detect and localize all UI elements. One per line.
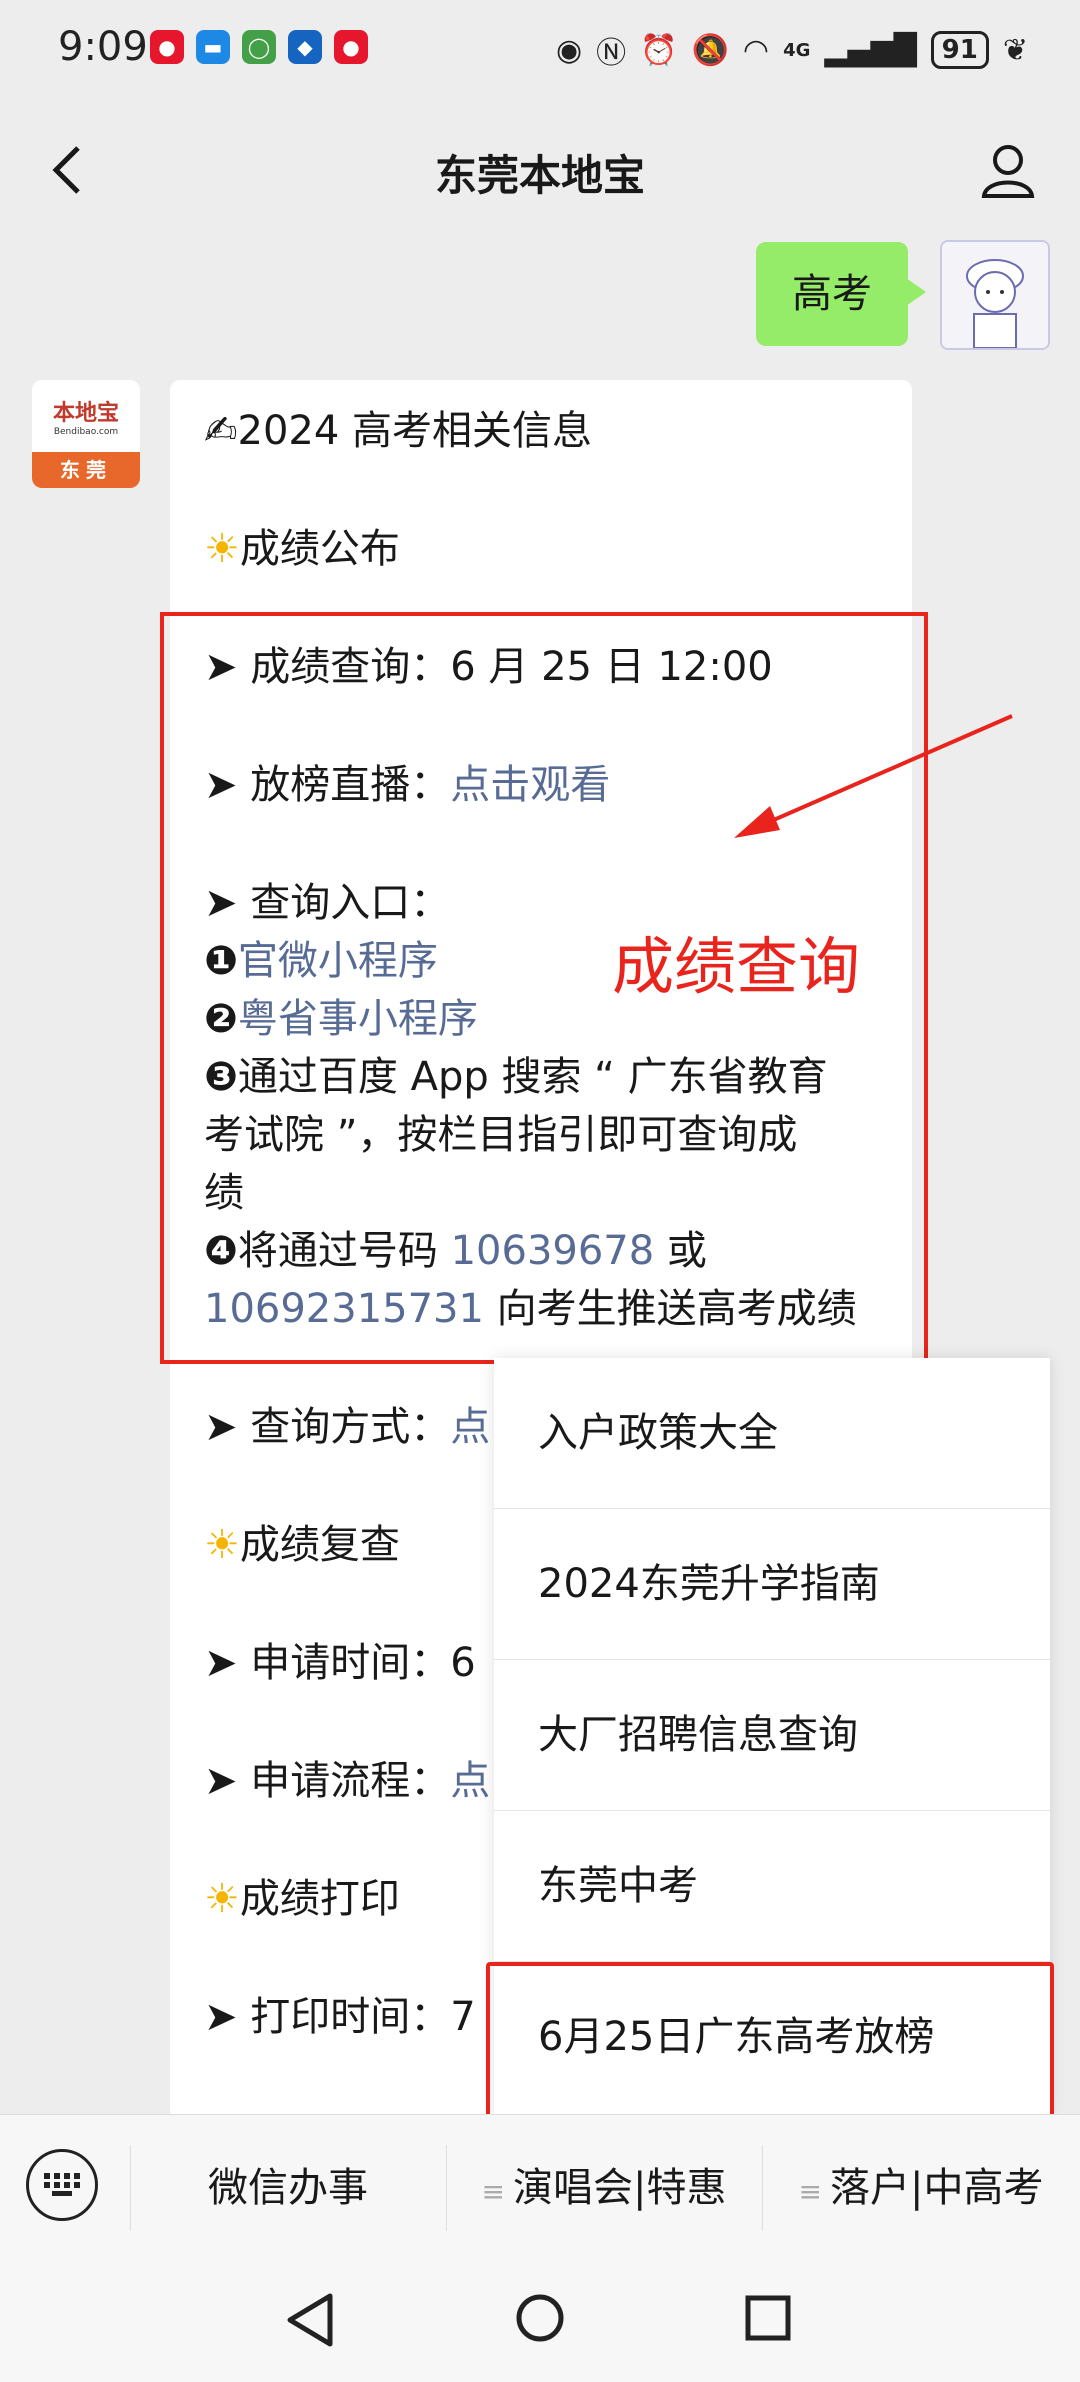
official-account-avatar[interactable]: 本地宝 Bendibao.com 东莞 xyxy=(32,380,140,488)
method-link[interactable]: 点 xyxy=(450,1404,490,1450)
chat-header: 东莞本地宝 xyxy=(0,104,1080,236)
chat-app-icon: ◯ xyxy=(242,30,276,64)
section-results: ☀成绩公布 xyxy=(204,526,400,572)
menu-lines-icon: ≡ xyxy=(798,2175,822,2208)
account-menu-bar: 微信办事 ≡ 演唱会|特惠 ≡ 落户|中高考 xyxy=(0,2114,1080,2261)
eye-icon: ◉ xyxy=(555,32,583,68)
chat-title: 东莞本地宝 xyxy=(434,151,645,200)
user-avatar[interactable] xyxy=(940,240,1050,350)
print-time-row: ➤ 打印时间：7 xyxy=(204,1994,476,2040)
system-navigation-bar xyxy=(0,2260,1080,2382)
menu-item-zhongkao[interactable]: 东莞中考 xyxy=(494,1811,1050,1962)
menu-item-school-guide[interactable]: 2024东莞升学指南 xyxy=(494,1509,1050,1660)
menu-tab-wechat-services[interactable]: 微信办事 xyxy=(130,2115,446,2261)
section-print: ☀成绩打印 xyxy=(204,1876,400,1922)
status-time: 9:09 xyxy=(58,24,148,70)
profile-icon[interactable] xyxy=(978,140,1038,200)
nav-home-icon[interactable] xyxy=(514,2292,566,2344)
weibo-icon: ● xyxy=(150,30,184,64)
avatar-logo: 本地宝 Bendibao.com xyxy=(32,380,140,452)
avatar-city: 东莞 xyxy=(32,452,140,488)
message-heading: ✍2024 高考相关信息 xyxy=(204,408,593,454)
menu-highlight-box xyxy=(486,1962,1054,2124)
network-label: 4G xyxy=(783,39,811,61)
apply-time-row: ➤ 申请时间：6 xyxy=(204,1640,476,1686)
user-avatar-illustration xyxy=(942,242,1048,348)
apply-flow-row: ➤ 申请流程：点 xyxy=(204,1758,491,1804)
avatar-brand: 本地宝 xyxy=(52,401,119,426)
menu-tab-concerts[interactable]: ≡ 演唱会|特惠 xyxy=(446,2115,762,2261)
battery-icon: 91 xyxy=(930,31,989,69)
nav-recents-icon[interactable] xyxy=(744,2294,792,2342)
apply-flow-link[interactable]: 点 xyxy=(450,1758,490,1804)
alarm-icon: ⏰ xyxy=(640,32,678,68)
sun-icon: ☀ xyxy=(204,1876,240,1922)
message-icon: ▬ xyxy=(196,30,230,64)
nav-back-icon[interactable] xyxy=(284,2290,336,2350)
keyboard-icon[interactable] xyxy=(26,2149,98,2221)
writing-hand-icon: ✍ xyxy=(204,408,238,454)
wifi-icon: ◠ xyxy=(742,32,770,68)
annotation-label: 成绩查询 xyxy=(612,930,861,1003)
leaf-icon: ❦ xyxy=(1002,32,1028,68)
section-review: ☀成绩复查 xyxy=(204,1522,400,1568)
signal-icon: ▂▄▆█ xyxy=(824,32,917,68)
status-bar: 9:09 ● ▬ ◯ ◆ ● ◉ Ⓝ ⏰ 🔕 ◠ 4G ▂▄▆█ 91 ❦ xyxy=(0,0,1080,104)
bulb-app-icon: ◆ xyxy=(288,30,322,64)
menu-lines-icon: ≡ xyxy=(481,2175,505,2208)
menu-item-job-recruit[interactable]: 大厂招聘信息查询 xyxy=(494,1660,1050,1811)
avatar-url: Bendibao.com xyxy=(53,427,119,437)
mute-icon: 🔕 xyxy=(691,32,729,68)
user-message-bubble[interactable]: 高考 xyxy=(756,242,926,346)
menu-item-hukou-policy[interactable]: 入户政策大全 xyxy=(494,1358,1050,1509)
sun-icon: ☀ xyxy=(204,526,240,572)
method-row: ➤ 查询方式：点 xyxy=(204,1404,491,1450)
weibo-icon-2: ● xyxy=(334,30,368,64)
menu-tab-hukou-exams[interactable]: ≡ 落户|中高考 xyxy=(762,2115,1080,2261)
sun-icon: ☀ xyxy=(204,1522,240,1568)
nfc-icon: Ⓝ xyxy=(596,36,627,71)
notification-icons: ● ▬ ◯ ◆ ● xyxy=(150,30,368,64)
status-right: ◉ Ⓝ ⏰ 🔕 ◠ 4G ▂▄▆█ 91 ❦ xyxy=(556,28,1028,72)
